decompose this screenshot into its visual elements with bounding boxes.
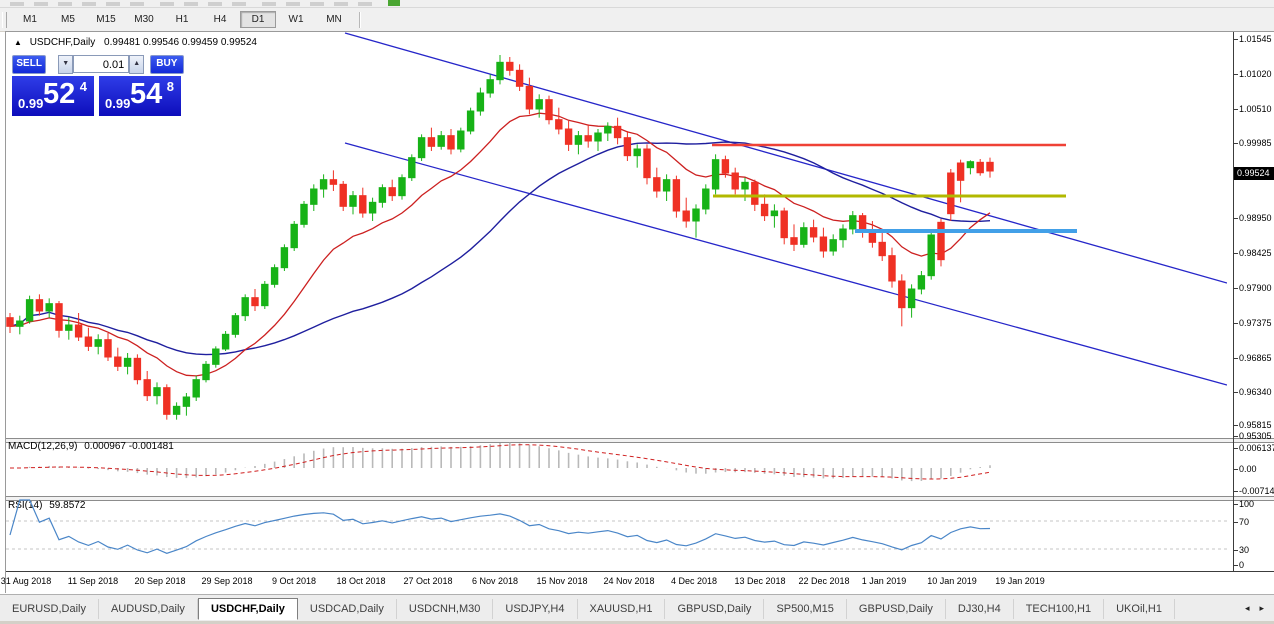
rsi-line (10, 500, 990, 553)
trend-channel-line (345, 33, 1227, 283)
rsi-panel (6, 500, 1227, 553)
trend-channel-line (345, 143, 1227, 385)
mt4-window: M1M5M15M30H1H4D1W1MN 1.015451.010201.005… (0, 0, 1274, 624)
macd-panel (10, 443, 990, 481)
candlestick-chart (0, 0, 1274, 624)
main-price-panel (7, 33, 1227, 420)
candles (7, 55, 993, 420)
